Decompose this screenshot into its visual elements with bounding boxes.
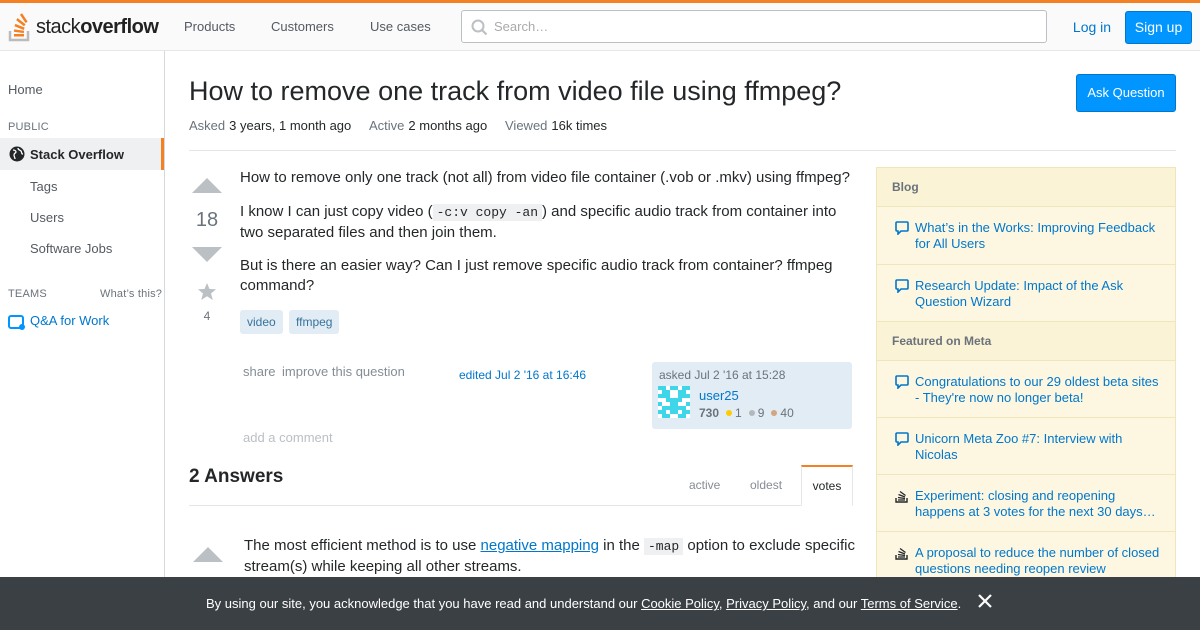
stackoverflow-logo[interactable]: stackoverflow xyxy=(8,11,159,43)
question-downvote-button[interactable] xyxy=(192,247,222,262)
bronze-badge-icon xyxy=(771,410,778,416)
cookie-policy-link[interactable]: Cookie Policy xyxy=(641,596,719,611)
reputation-score: 730 xyxy=(699,406,720,420)
speech-bubble-icon xyxy=(895,221,909,235)
answers-heading: 2 Answers xyxy=(189,466,284,487)
nav-home[interactable]: Home xyxy=(8,82,43,97)
stack-small-icon xyxy=(895,490,908,503)
favorite-count: 4 xyxy=(203,309,211,323)
answer-body: The most efficient method is to use nega… xyxy=(244,537,855,575)
question-paragraph-1: How to remove only one track (not all) f… xyxy=(240,169,850,186)
question-vote-count: 18 xyxy=(195,209,219,231)
user-stats: 730 1 9 40 xyxy=(699,406,794,420)
asked-meta: Asked 3 years, 1 month ago xyxy=(189,118,352,133)
speech-bubble-icon xyxy=(895,375,909,389)
speech-bubble-icon xyxy=(895,279,909,293)
nav-stack-overflow-label: Stack Overflow xyxy=(30,147,124,162)
meta-item[interactable]: Experiment: closing and reopening happen… xyxy=(877,475,1175,532)
question-upvote-button[interactable] xyxy=(192,178,222,193)
silver-badge-count: 9 xyxy=(757,406,765,420)
silver-badge-icon xyxy=(748,410,755,416)
viewed-meta: Viewed 16k times xyxy=(505,118,608,133)
share-link[interactable]: share xyxy=(243,364,276,379)
tag-ffmpeg[interactable]: ffmpeg xyxy=(289,310,340,334)
favorite-star-icon[interactable] xyxy=(197,282,217,301)
nav-software-jobs[interactable]: Software Jobs xyxy=(30,241,112,256)
user-name-link[interactable]: user25 xyxy=(699,388,739,403)
left-sidebar: Home PUBLIC Stack Overflow Tags Users So… xyxy=(0,51,165,630)
header-divider xyxy=(189,150,1176,151)
tab-active[interactable]: active xyxy=(689,478,720,492)
question-paragraph-3: But is there an easier way? Can I just r… xyxy=(240,257,833,294)
nav-customers[interactable]: Customers xyxy=(271,19,334,34)
improve-question-link[interactable]: improve this question xyxy=(282,364,405,379)
blog-item[interactable]: Research Update: Impact of the Ask Quest… xyxy=(877,265,1175,322)
terms-of-service-link[interactable]: Terms of Service xyxy=(861,596,958,611)
answer-upvote-button[interactable] xyxy=(193,547,223,562)
globe-icon xyxy=(9,146,25,162)
public-label: PUBLIC xyxy=(8,121,49,133)
nav-tags[interactable]: Tags xyxy=(30,179,57,194)
logo-text: stackoverflow xyxy=(36,15,159,38)
whats-this-link[interactable]: What’s this? xyxy=(100,288,162,300)
inline-code: -c:v copy -an xyxy=(432,204,543,221)
question-owner-card: asked Jul 2 '16 at 15:28 user25 730 1 9 … xyxy=(652,362,852,429)
search-input[interactable] xyxy=(462,11,1046,42)
close-icon[interactable] xyxy=(977,593,993,609)
inline-code: -map xyxy=(643,538,684,555)
briefcase-icon xyxy=(8,315,25,330)
ask-question-button[interactable]: Ask Question xyxy=(1076,74,1176,112)
tab-votes[interactable]: votes xyxy=(801,465,853,506)
privacy-policy-link[interactable]: Privacy Policy xyxy=(726,596,806,611)
meta-item[interactable]: Unicorn Meta Zoo #7: Interview with Nico… xyxy=(877,418,1175,475)
nav-use-cases[interactable]: Use cases xyxy=(370,19,431,34)
gold-badge-icon xyxy=(726,410,733,416)
stack-small-icon xyxy=(895,547,908,560)
cookie-message: By using our site, you acknowledge that … xyxy=(206,596,962,611)
bronze-badge-count: 40 xyxy=(780,406,794,420)
gold-badge-count: 1 xyxy=(735,406,742,420)
asked-date: asked Jul 2 '16 at 15:28 xyxy=(659,368,786,382)
signup-button[interactable]: Sign up xyxy=(1125,11,1192,44)
nav-stack-overflow[interactable]: Stack Overflow xyxy=(0,138,164,170)
nav-products[interactable]: Products xyxy=(184,19,235,34)
answers-tabs-divider xyxy=(189,505,852,506)
add-comment-link[interactable]: add a comment xyxy=(243,430,333,445)
question-title[interactable]: How to remove one track from video file … xyxy=(189,76,841,107)
right-sidebar: Blog What’s in the Works: Improving Feed… xyxy=(876,167,1176,587)
nav-users[interactable]: Users xyxy=(30,210,64,225)
blog-heading: Blog xyxy=(877,168,1175,207)
user-avatar[interactable] xyxy=(658,386,690,418)
tag-video[interactable]: video xyxy=(240,310,283,334)
stack-logo-icon xyxy=(8,13,30,42)
featured-meta-heading: Featured on Meta xyxy=(877,321,1175,361)
question-paragraph-2: I know I can just copy video (-c:v copy … xyxy=(240,203,837,241)
speech-bubble-icon xyxy=(895,432,909,446)
nav-qa-for-work[interactable]: Q&A for Work xyxy=(30,313,109,328)
cookie-banner: By using our site, you acknowledge that … xyxy=(0,577,1200,630)
meta-item[interactable]: Congratulations to our 29 oldest beta si… xyxy=(877,361,1175,418)
tab-oldest[interactable]: oldest xyxy=(750,478,782,492)
search-icon xyxy=(471,19,488,36)
edited-link[interactable]: edited Jul 2 '16 at 16:46 xyxy=(459,368,586,382)
login-button[interactable]: Log in xyxy=(1070,11,1114,44)
search-box xyxy=(461,10,1047,43)
blog-item[interactable]: What’s in the Works: Improving Feedback … xyxy=(877,207,1175,265)
negative-mapping-link[interactable]: negative mapping xyxy=(481,537,599,554)
active-meta: Active 2 months ago xyxy=(369,118,488,133)
top-bar: stackoverflow Products Customers Use cas… xyxy=(0,0,1200,51)
teams-label: TEAMS xyxy=(8,288,47,300)
